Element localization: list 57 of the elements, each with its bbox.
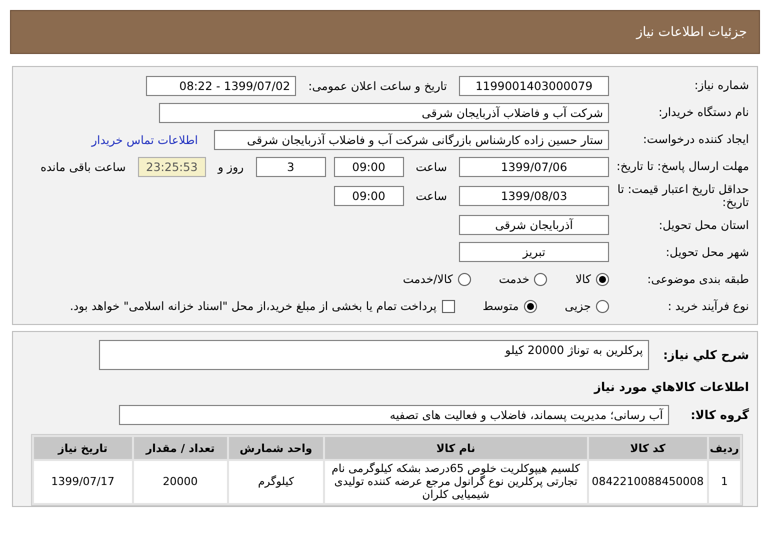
countdown-timer: 23:25:53 [138,157,206,177]
option-label: کالا [575,272,591,286]
radio-button[interactable] [458,272,471,286]
field-label: شماره نیاز: [693,79,749,93]
option-label: متوسط [482,299,519,314]
field-label: ایجاد کننده درخواست: [642,133,749,147]
table-cell: کیلوگرم [229,461,323,504]
field-label: استان محل تحویل: [658,218,749,232]
text-field[interactable]: 3 [256,157,326,177]
column-header: تعداد / مقدار [134,437,228,460]
table-cell: کلسیم هیپوکلریت خلوص 65درصد بشکه کیلوگرمی نام تجارتی پرکلرین نوع گرانول مرجع عرضه کننده تولیدی شیمیایی کلران [324,461,587,504]
field-label: گروه کالا: [690,408,749,422]
column-header: تاریخ نیاز [34,437,132,460]
field-label: طبقه بندی موضوعی: [646,272,749,286]
option-label: کالا/خدمت [402,272,453,286]
column-header: ردیف [708,437,740,460]
text-field[interactable]: 1399/07/06 [459,157,609,177]
radio-button[interactable] [596,272,609,286]
column-header: کد کالا [588,437,707,460]
radio-button[interactable] [524,300,537,313]
text-field[interactable]: شرکت آب و فاضلاب آذربایجان شرقی [159,103,609,123]
field-label: شرح کلي نياز: [662,348,749,362]
text-field[interactable]: آب رسانی؛ مدیریت پسماند، فاضلاب و فعالیت های تصفیه [119,405,669,426]
field-label: مهلت ارسال پاسخ: تا تاریخ: [615,160,749,174]
page-title-bar: جزئیات اطلاعات نیاز [10,10,760,54]
field-label: روز و [218,160,244,174]
field-label: شهر محل تحویل: [664,246,749,260]
text-field[interactable]: ستار حسین زاده کارشناس بازرگانی شرکت آب و فاضلاب آذربایجان شرقی [214,130,609,150]
field-label: نوع فرآیند خرید : [666,300,749,314]
table-cell: 1 [708,461,740,504]
text-field[interactable]: 09:00 [334,186,404,206]
field-label: تاریخ و ساعت اعلان عمومی: [308,79,447,93]
field-label: حداقل تاریخ اعتبار قیمت: تا تاریخ: [616,183,749,210]
table-cell: 0842210088450008 [588,461,707,504]
checkbox[interactable] [442,300,455,313]
radio-button[interactable] [596,300,609,313]
option-label: جزیی [564,299,591,314]
text-field[interactable]: 1399/07/02 - 08:22 [146,76,296,96]
column-header: واحد شمارش [229,437,323,460]
field-label: ساعت [416,160,447,174]
field-label: نام دستگاه خریدار: [657,106,749,120]
text-field[interactable]: تبریز [459,242,609,262]
option-label: خدمت [498,272,530,286]
text-field[interactable]: 09:00 [334,157,404,177]
table-cell: 1399/07/17 [34,461,132,504]
column-header: نام کالا [324,437,587,460]
field-label: ساعت [416,189,447,204]
table-cell: 20000 [134,461,228,504]
text-field[interactable]: آذربایجان شرقی [459,215,609,236]
section-heading: اطلاعات کالاهاي مورد نياز [594,380,749,394]
text-field[interactable]: 1199001403000079 [459,76,609,96]
field-label: ساعت باقی مانده [40,160,126,174]
contact-link[interactable]: اطلاعات تماس خریدار [91,133,198,147]
option-label: پرداخت تمام یا بخشی از مبلغ خرید،از محل "اسناد خزانه اسلامی" خواهد بود. [70,299,437,314]
radio-button[interactable] [534,272,548,286]
text-field[interactable]: 1399/08/03 [459,186,609,206]
description-field[interactable]: پرکلرین به توناژ 20000 کیلو [99,340,649,370]
